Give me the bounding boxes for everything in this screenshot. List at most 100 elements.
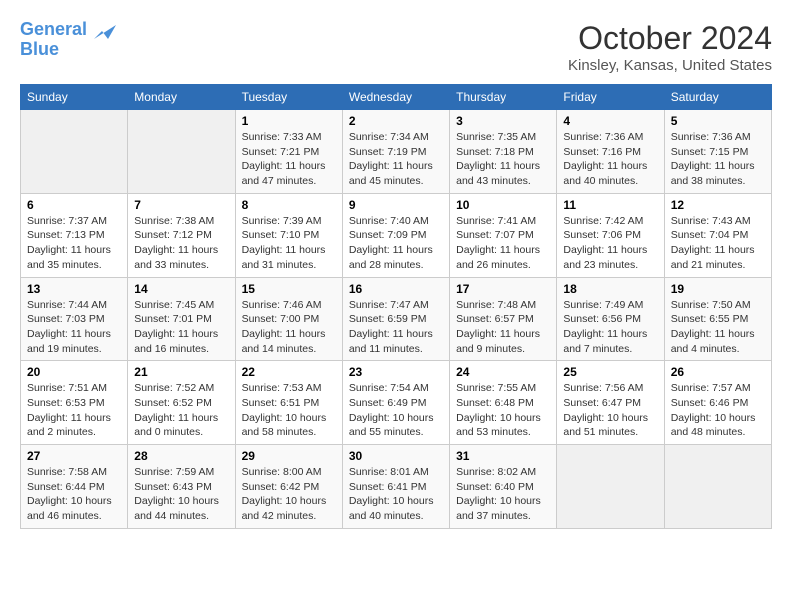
day-info: Sunrise: 7:44 AM Sunset: 7:03 PM Dayligh… — [27, 298, 121, 357]
day-number: 6 — [27, 198, 121, 212]
day-number: 31 — [456, 449, 550, 463]
calendar-table: SundayMondayTuesdayWednesdayThursdayFrid… — [20, 84, 772, 529]
day-cell — [557, 445, 664, 529]
day-number: 24 — [456, 365, 550, 379]
day-cell: 25 Sunrise: 7:56 AM Sunset: 6:47 PM Dayli… — [557, 361, 664, 445]
day-cell: 4Sunrise: 7:36 AM Sunset: 7:16 PM Daylig… — [557, 110, 664, 194]
day-cell: 8Sunrise: 7:39 AM Sunset: 7:10 PM Daylig… — [235, 193, 342, 277]
day-cell: 18 Sunrise: 7:49 AM Sunset: 6:56 PM Dayli… — [557, 277, 664, 361]
day-info: Sunrise: 7:39 AM Sunset: 7:10 PM Dayligh… — [242, 214, 336, 273]
day-number: 25 — [563, 365, 657, 379]
day-info: Sunrise: 7:42 AM Sunset: 7:06 PM Dayligh… — [563, 214, 657, 273]
day-info: Sunrise: 7:36 AM Sunset: 7:15 PM Dayligh… — [671, 130, 765, 189]
day-number: 7 — [134, 198, 228, 212]
day-info: Sunrise: 7:43 AM Sunset: 7:04 PM Dayligh… — [671, 214, 765, 273]
day-cell: 20 Sunrise: 7:51 AM Sunset: 6:53 PM Dayli… — [21, 361, 128, 445]
day-number: 18 — [563, 282, 657, 296]
day-number: 23 — [349, 365, 443, 379]
day-number: 12 — [671, 198, 765, 212]
day-number: 16 — [349, 282, 443, 296]
day-cell: 19Sunrise: 7:50 AM Sunset: 6:55 PM Dayli… — [664, 277, 771, 361]
day-info: Sunrise: 7:57 AM Sunset: 6:46 PM Dayligh… — [671, 381, 765, 440]
day-cell: 10 Sunrise: 7:41 AM Sunset: 7:07 PM Dayli… — [450, 193, 557, 277]
day-cell — [128, 110, 235, 194]
day-cell: 15 Sunrise: 7:46 AM Sunset: 7:00 PM Dayli… — [235, 277, 342, 361]
day-number: 15 — [242, 282, 336, 296]
day-cell: 11 Sunrise: 7:42 AM Sunset: 7:06 PM Dayli… — [557, 193, 664, 277]
day-number: 17 — [456, 282, 550, 296]
day-info: Sunrise: 7:41 AM Sunset: 7:07 PM Dayligh… — [456, 214, 550, 273]
day-number: 14 — [134, 282, 228, 296]
week-row-2: 13 Sunrise: 7:44 AM Sunset: 7:03 PM Dayli… — [21, 277, 772, 361]
day-cell: 9 Sunrise: 7:40 AM Sunset: 7:09 PM Daylig… — [342, 193, 449, 277]
header-wednesday: Wednesday — [342, 85, 449, 110]
day-info: Sunrise: 7:38 AM Sunset: 7:12 PM Dayligh… — [134, 214, 228, 273]
day-cell: 30 Sunrise: 8:01 AM Sunset: 6:41 PM Dayli… — [342, 445, 449, 529]
day-info: Sunrise: 7:54 AM Sunset: 6:49 PM Dayligh… — [349, 381, 443, 440]
day-info: Sunrise: 7:56 AM Sunset: 6:47 PM Dayligh… — [563, 381, 657, 440]
day-info: Sunrise: 7:51 AM Sunset: 6:53 PM Dayligh… — [27, 381, 121, 440]
day-number: 20 — [27, 365, 121, 379]
day-cell: 29Sunrise: 8:00 AM Sunset: 6:42 PM Dayli… — [235, 445, 342, 529]
day-number: 4 — [563, 114, 657, 128]
logo-general: General — [20, 19, 87, 39]
day-number: 5 — [671, 114, 765, 128]
title-block: October 2024 Kinsley, Kansas, United Sta… — [568, 20, 772, 74]
day-number: 2 — [349, 114, 443, 128]
day-cell: 6 Sunrise: 7:37 AM Sunset: 7:13 PM Daylig… — [21, 193, 128, 277]
day-cell: 21Sunrise: 7:52 AM Sunset: 6:52 PM Dayli… — [128, 361, 235, 445]
logo-blue: Blue — [20, 40, 118, 60]
day-info: Sunrise: 7:49 AM Sunset: 6:56 PM Dayligh… — [563, 298, 657, 357]
calendar-title: October 2024 — [568, 20, 772, 57]
header-monday: Monday — [128, 85, 235, 110]
header-thursday: Thursday — [450, 85, 557, 110]
day-cell: 16Sunrise: 7:47 AM Sunset: 6:59 PM Dayli… — [342, 277, 449, 361]
day-info: Sunrise: 7:48 AM Sunset: 6:57 PM Dayligh… — [456, 298, 550, 357]
day-cell — [664, 445, 771, 529]
day-cell: 27Sunrise: 7:58 AM Sunset: 6:44 PM Dayli… — [21, 445, 128, 529]
day-info: Sunrise: 7:37 AM Sunset: 7:13 PM Dayligh… — [27, 214, 121, 273]
day-number: 3 — [456, 114, 550, 128]
day-info: Sunrise: 8:02 AM Sunset: 6:40 PM Dayligh… — [456, 465, 550, 524]
header-sunday: Sunday — [21, 85, 128, 110]
calendar-subtitle: Kinsley, Kansas, United States — [568, 57, 772, 74]
day-number: 13 — [27, 282, 121, 296]
day-number: 30 — [349, 449, 443, 463]
week-row-4: 27Sunrise: 7:58 AM Sunset: 6:44 PM Dayli… — [21, 445, 772, 529]
day-number: 21 — [134, 365, 228, 379]
day-info: Sunrise: 8:00 AM Sunset: 6:42 PM Dayligh… — [242, 465, 336, 524]
day-cell: 3Sunrise: 7:35 AM Sunset: 7:18 PM Daylig… — [450, 110, 557, 194]
header-friday: Friday — [557, 85, 664, 110]
day-info: Sunrise: 7:33 AM Sunset: 7:21 PM Dayligh… — [242, 130, 336, 189]
logo-text: General — [20, 20, 118, 40]
day-cell — [21, 110, 128, 194]
day-number: 26 — [671, 365, 765, 379]
day-info: Sunrise: 7:46 AM Sunset: 7:00 PM Dayligh… — [242, 298, 336, 357]
week-row-0: 1 Sunrise: 7:33 AM Sunset: 7:21 PM Daylig… — [21, 110, 772, 194]
day-cell: 1 Sunrise: 7:33 AM Sunset: 7:21 PM Daylig… — [235, 110, 342, 194]
day-info: Sunrise: 8:01 AM Sunset: 6:41 PM Dayligh… — [349, 465, 443, 524]
day-number: 11 — [563, 198, 657, 212]
day-number: 10 — [456, 198, 550, 212]
day-cell: 7 Sunrise: 7:38 AM Sunset: 7:12 PM Daylig… — [128, 193, 235, 277]
day-cell: 17 Sunrise: 7:48 AM Sunset: 6:57 PM Dayli… — [450, 277, 557, 361]
day-cell: 26 Sunrise: 7:57 AM Sunset: 6:46 PM Dayli… — [664, 361, 771, 445]
day-info: Sunrise: 7:59 AM Sunset: 6:43 PM Dayligh… — [134, 465, 228, 524]
day-number: 27 — [27, 449, 121, 463]
day-number: 9 — [349, 198, 443, 212]
header-row: SundayMondayTuesdayWednesdayThursdayFrid… — [21, 85, 772, 110]
day-cell: 24Sunrise: 7:55 AM Sunset: 6:48 PM Dayli… — [450, 361, 557, 445]
day-info: Sunrise: 7:50 AM Sunset: 6:55 PM Dayligh… — [671, 298, 765, 357]
day-info: Sunrise: 7:53 AM Sunset: 6:51 PM Dayligh… — [242, 381, 336, 440]
day-cell: 2Sunrise: 7:34 AM Sunset: 7:19 PM Daylig… — [342, 110, 449, 194]
day-cell: 12 Sunrise: 7:43 AM Sunset: 7:04 PM Dayli… — [664, 193, 771, 277]
day-info: Sunrise: 7:40 AM Sunset: 7:09 PM Dayligh… — [349, 214, 443, 273]
day-number: 1 — [242, 114, 336, 128]
day-cell: 5 Sunrise: 7:36 AM Sunset: 7:15 PM Daylig… — [664, 110, 771, 194]
week-row-3: 20 Sunrise: 7:51 AM Sunset: 6:53 PM Dayli… — [21, 361, 772, 445]
header-tuesday: Tuesday — [235, 85, 342, 110]
day-cell: 23 Sunrise: 7:54 AM Sunset: 6:49 PM Dayli… — [342, 361, 449, 445]
day-cell: 14 Sunrise: 7:45 AM Sunset: 7:01 PM Dayli… — [128, 277, 235, 361]
day-info: Sunrise: 7:45 AM Sunset: 7:01 PM Dayligh… — [134, 298, 228, 357]
day-cell: 22Sunrise: 7:53 AM Sunset: 6:51 PM Dayli… — [235, 361, 342, 445]
